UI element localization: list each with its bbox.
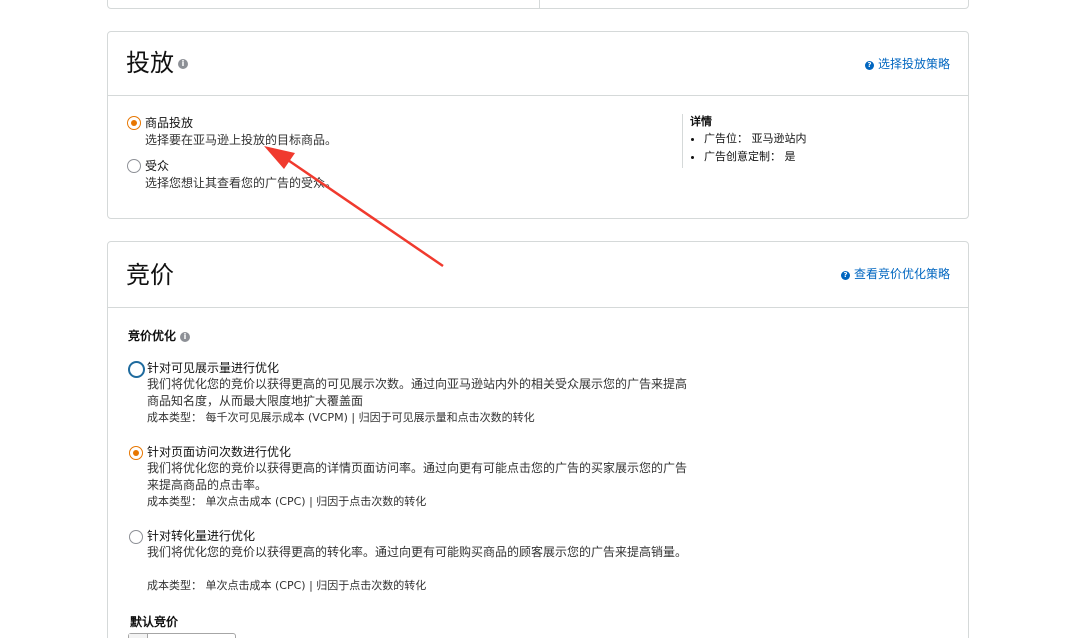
question-icon: ? bbox=[864, 61, 874, 70]
optimize-viewable-impressions-desc-1: 我们将优化您的竞价以获得更高的可见展示次数。通过向亚马逊站内外的相关受众展示您的… bbox=[147, 377, 688, 391]
help-link-text: 查看竞价优化策略 bbox=[853, 267, 950, 281]
page: 投放 i ? 选择投放策略 商品投放 选择要在亚马逊上投放的目标商品。 受众 选择您… bbox=[0, 0, 1080, 638]
optimize-page-visits-desc-1: 我们将优化您的竞价以获得更高的详情页面访问率。通过向更有可能点击您的广告的买家展… bbox=[147, 461, 688, 475]
audience-label: 受众 bbox=[145, 159, 170, 173]
product-targeting-desc: 选择要在亚马逊上投放的目标商品。 bbox=[145, 133, 338, 147]
details-list: 广告位： 亚马逊站内 广告创意定制： 是 bbox=[690, 130, 807, 166]
optimize-page-visits-label: 针对页面访问次数进行优化 bbox=[147, 445, 292, 459]
info-icon[interactable]: i bbox=[178, 59, 188, 69]
details-item-placement: 广告位： 亚马逊站内 bbox=[704, 130, 807, 148]
default-bid-label: 默认竞价 bbox=[130, 615, 179, 629]
default-bid-input[interactable] bbox=[128, 633, 236, 638]
product-targeting-label: 商品投放 bbox=[145, 116, 194, 130]
currency-prefix bbox=[129, 634, 148, 638]
product-targeting-radio[interactable] bbox=[127, 116, 141, 130]
targeting-title-text: 投放 bbox=[126, 49, 174, 77]
details-item-creative: 广告创意定制： 是 bbox=[704, 148, 807, 166]
optimize-viewable-impressions-meta: 成本类型： 每千次可见展示成本 (VCPM) | 归因于可见展示量和点击次数的转… bbox=[147, 411, 535, 424]
bidding-title: 竞价 bbox=[126, 261, 174, 289]
optimize-conversions-radio[interactable] bbox=[129, 530, 143, 544]
optimize-page-visits-meta: 成本类型： 单次点击成本 (CPC) | 归因于点击次数的转化 bbox=[147, 495, 427, 508]
optimize-conversions-meta: 成本类型： 单次点击成本 (CPC) | 归因于点击次数的转化 bbox=[147, 579, 427, 592]
select-targeting-strategy-link[interactable]: ? 选择投放策略 bbox=[864, 56, 950, 72]
question-icon: ? bbox=[840, 271, 850, 280]
targeting-details: 详情 广告位： 亚马逊站内 广告创意定制： 是 bbox=[682, 114, 807, 168]
previous-card-bottom bbox=[107, 0, 969, 9]
targeting-card: 投放 i ? 选择投放策略 商品投放 选择要在亚马逊上投放的目标商品。 受众 选择您… bbox=[107, 31, 969, 219]
optimize-viewable-impressions-desc-2: 商品知名度，从而最大限度地扩大覆盖面 bbox=[147, 394, 364, 408]
optimize-conversions-label: 针对转化量进行优化 bbox=[147, 529, 256, 543]
optimize-conversions-desc-1: 我们将优化您的竞价以获得更高的转化率。通过向更有可能购买商品的顾客展示您的广告来… bbox=[147, 545, 688, 559]
targeting-header: 投放 i ? 选择投放策略 bbox=[108, 32, 968, 96]
bidding-card: 竞价 ? 查看竞价优化策略 竞价优化 i 针对可见展示量进行优化 我们将优化您的竞价… bbox=[107, 241, 969, 638]
audience-desc: 选择您想让其查看您的广告的受众。 bbox=[145, 176, 338, 190]
info-icon[interactable]: i bbox=[180, 331, 191, 342]
bidding-header: 竞价 ? 查看竞价优化策略 bbox=[108, 242, 968, 308]
help-link-text: 选择投放策略 bbox=[877, 57, 950, 71]
card-divider bbox=[539, 0, 540, 8]
targeting-title: 投放 i bbox=[126, 48, 188, 78]
view-bid-optimization-link[interactable]: ? 查看竞价优化策略 bbox=[840, 266, 950, 282]
audience-radio[interactable] bbox=[127, 159, 141, 173]
bid-optimization-text: 竞价优化 bbox=[128, 329, 177, 343]
optimize-viewable-impressions-label: 针对可见展示量进行优化 bbox=[147, 361, 280, 375]
optimize-page-visits-radio[interactable] bbox=[129, 446, 143, 460]
details-title: 详情 bbox=[690, 115, 712, 128]
optimize-viewable-impressions-radio[interactable] bbox=[128, 361, 145, 378]
optimize-page-visits-desc-2: 来提高商品的点击率。 bbox=[147, 478, 268, 492]
bid-optimization-label: 竞价优化 i bbox=[128, 328, 191, 344]
